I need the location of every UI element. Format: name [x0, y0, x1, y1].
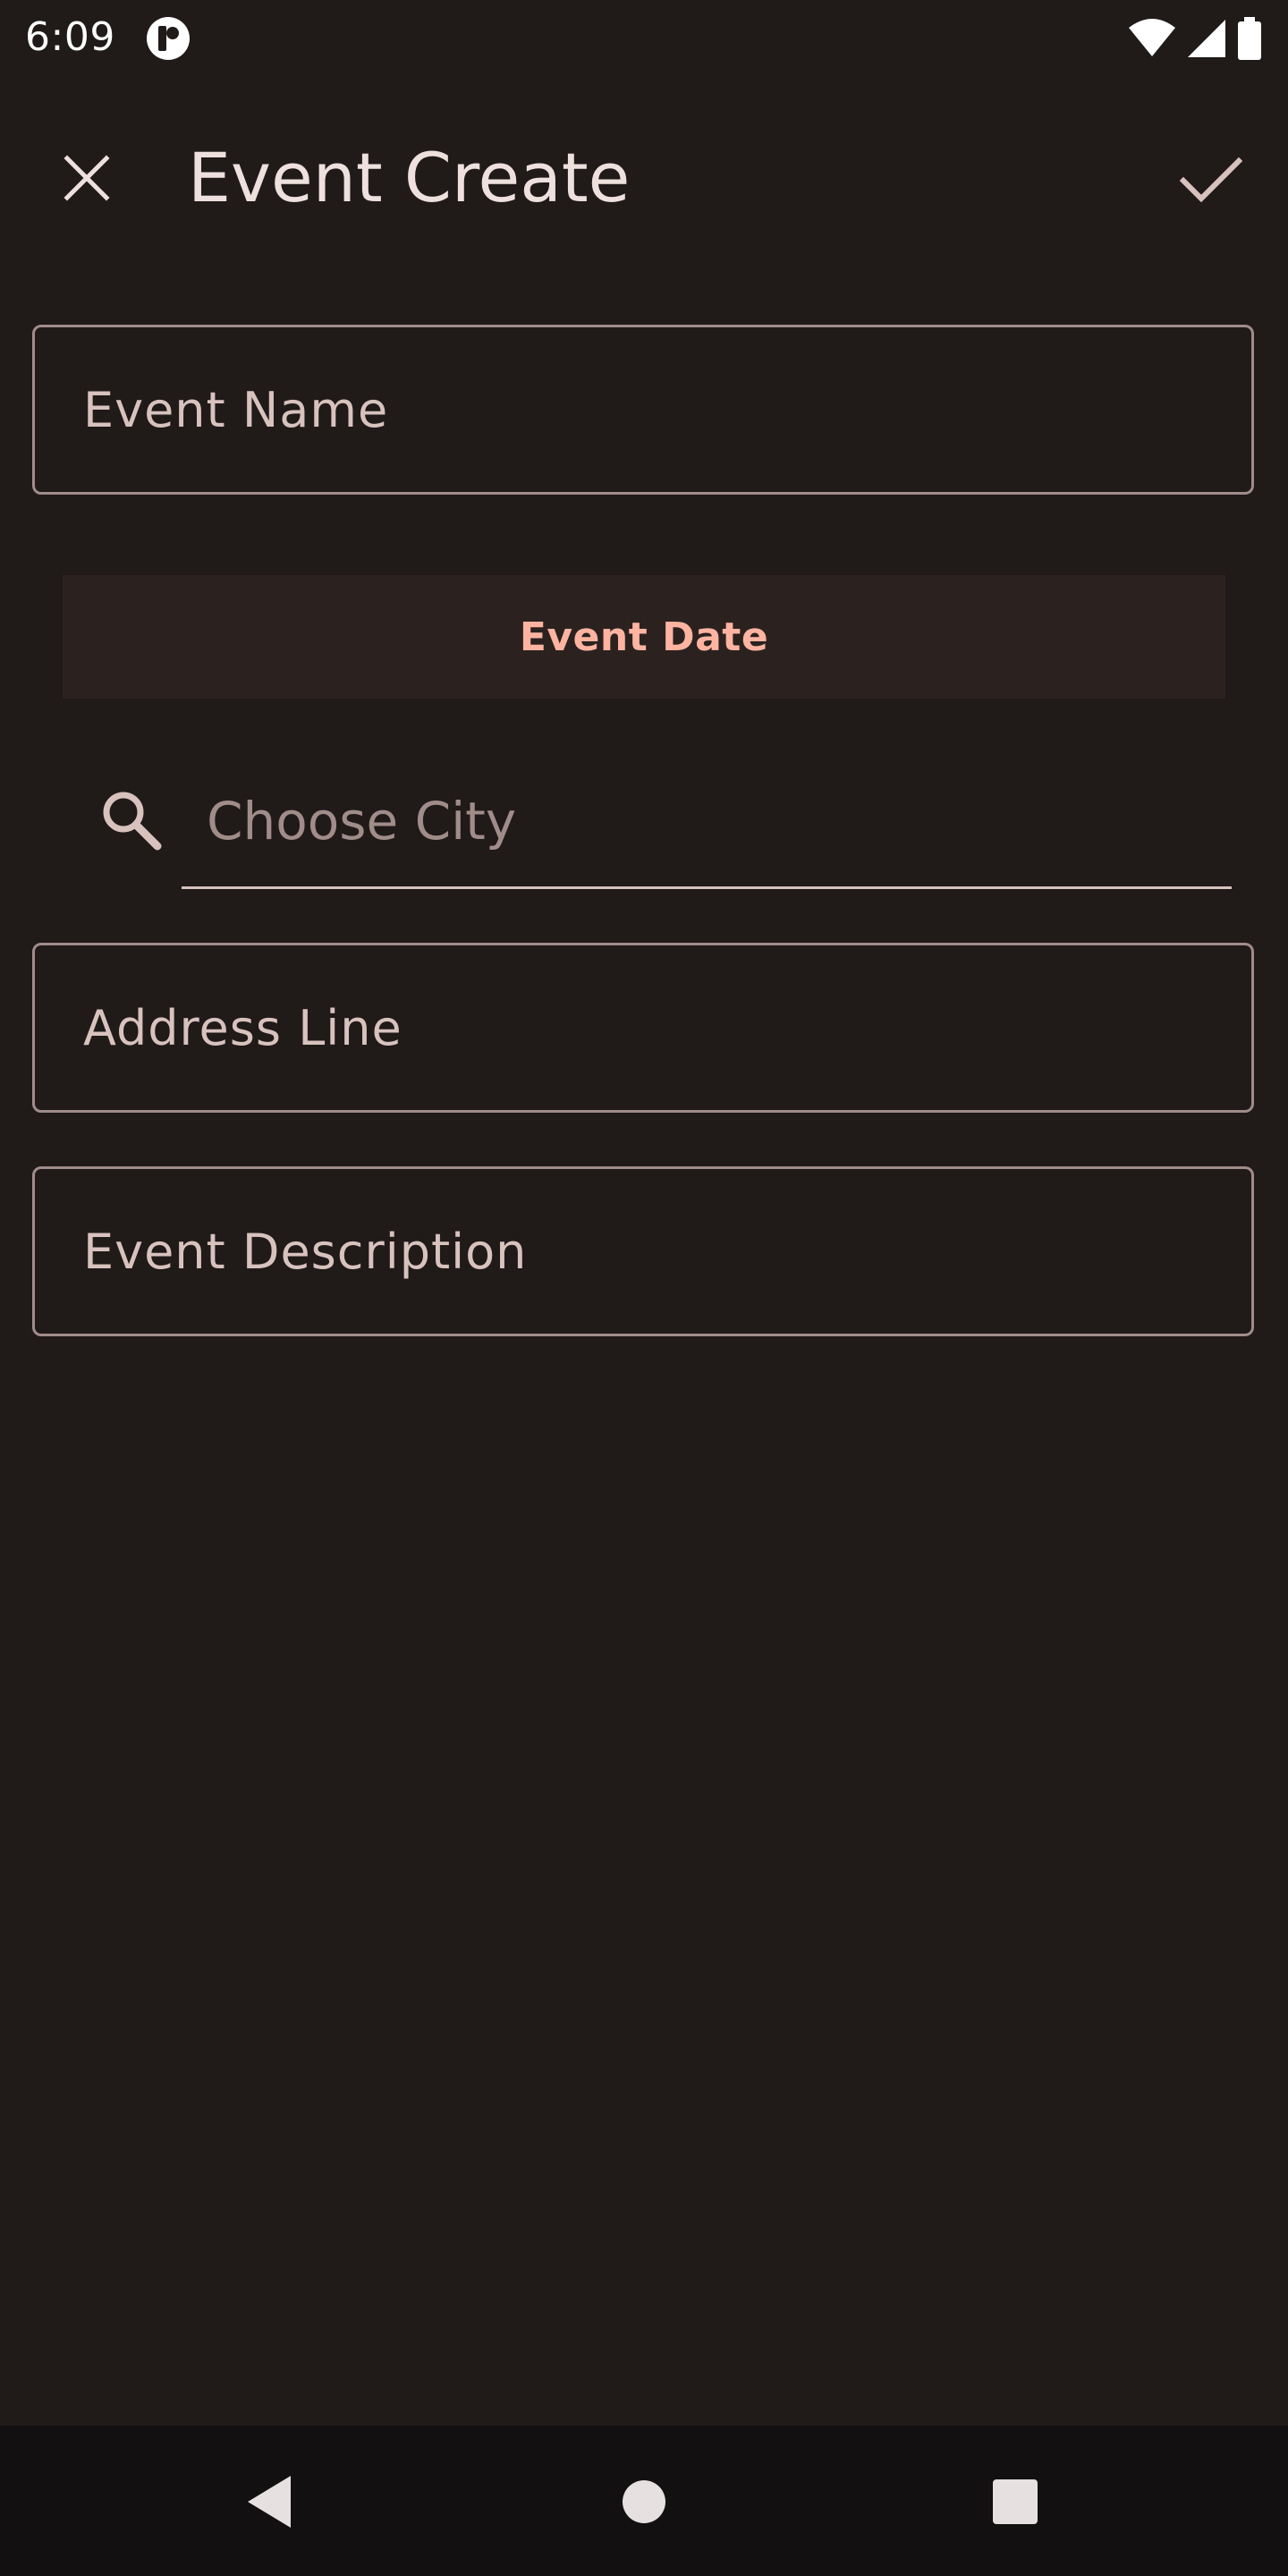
- city-search-input[interactable]: Choose City: [182, 760, 1232, 889]
- page-title: Event Create: [188, 138, 631, 217]
- address-line-field[interactable]: Address Line: [32, 943, 1254, 1113]
- status-bar: 6:09: [0, 0, 1288, 75]
- status-icons: [1127, 16, 1263, 61]
- check-icon: [1180, 157, 1242, 203]
- app-bar: Event Create: [0, 75, 1288, 275]
- event-name-label: Event Name: [83, 381, 389, 438]
- battery-icon: [1238, 17, 1261, 60]
- event-description-label: Event Description: [83, 1223, 528, 1280]
- wifi-icon: [1129, 19, 1175, 56]
- signal-icon: [1188, 20, 1225, 57]
- address-line-label: Address Line: [83, 999, 402, 1056]
- nav-home-button[interactable]: [604, 2462, 684, 2542]
- search-icon: [103, 792, 162, 851]
- system-nav-bar: [0, 2426, 1288, 2576]
- home-circle-icon: [623, 2480, 665, 2523]
- event-date-button[interactable]: Event Date: [63, 575, 1225, 699]
- event-description-field[interactable]: Event Description: [32, 1166, 1254, 1336]
- status-time: 6:09: [25, 14, 115, 60]
- app-notification-icon: [147, 17, 190, 60]
- city-search-row: Choose City: [0, 760, 1288, 894]
- close-icon: [64, 155, 110, 201]
- event-name-field[interactable]: Event Name: [32, 325, 1254, 495]
- nav-back-button[interactable]: [229, 2462, 309, 2542]
- close-button[interactable]: [47, 138, 127, 218]
- recents-square-icon: [993, 2479, 1038, 2524]
- nav-recents-button[interactable]: [975, 2462, 1055, 2542]
- city-search-placeholder: Choose City: [207, 791, 517, 852]
- back-triangle-icon: [248, 2476, 291, 2528]
- confirm-button[interactable]: [1166, 136, 1256, 225]
